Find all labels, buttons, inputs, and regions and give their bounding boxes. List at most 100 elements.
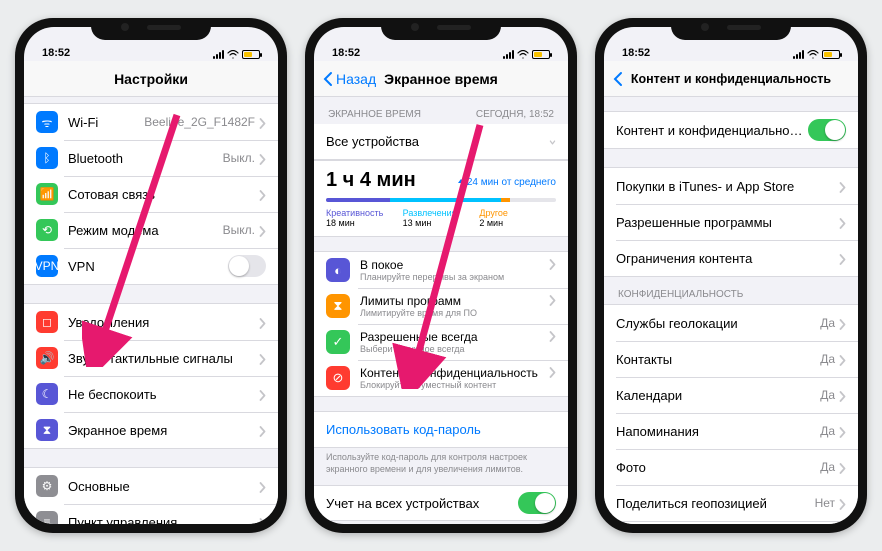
settings-row-режим-модема[interactable]: ⟲ Режим модемаВыкл. (24, 212, 278, 248)
page-title: Экранное время (384, 71, 498, 87)
use-passcode-link[interactable]: Использовать код-пароль (314, 411, 568, 448)
battery-icon (242, 50, 260, 59)
chevron-right-icon (839, 217, 846, 228)
chevron-right-icon (259, 117, 266, 128)
total-time: 1 ч 4 мин (326, 169, 416, 192)
content-privacy-toggle[interactable]: Контент и конфиденциальность (604, 112, 858, 148)
chevron-right-icon (259, 225, 266, 236)
settings-row-bluetooth[interactable]: ᛒ BluetoothВыкл. (24, 140, 278, 176)
status-time: 18:52 (332, 47, 360, 59)
status-time: 18:52 (42, 47, 70, 59)
chevron-right-icon (259, 153, 266, 164)
chevron-right-icon (839, 426, 846, 437)
hourglass-icon: ⧗ (36, 419, 58, 441)
chevron-right-icon (549, 366, 556, 377)
sound-icon: 🔊 (36, 347, 58, 369)
notch (381, 18, 501, 40)
settings-list[interactable]: ᯤ Wi-FiBeeline_2G_F1482F ᛒ BluetoothВыкл… (24, 97, 278, 524)
signal-icon (503, 50, 514, 59)
cell-label: Звуки, тактильные сигналы (68, 351, 259, 366)
privacy-фото[interactable]: Фото Да (604, 449, 858, 485)
notch (671, 18, 791, 40)
cell-label: Wi-Fi (68, 115, 144, 130)
cell-value: Beeline_2G_F1482F (144, 115, 255, 129)
cell-value: Выкл. (223, 151, 255, 165)
allow-icon: ✓ (326, 330, 350, 354)
privacy-доступ-bluetooth[interactable]: Доступ Bluetooth Да (604, 521, 858, 524)
settings-row-сотовая-связь[interactable]: 📶 Сотовая связь (24, 176, 278, 212)
hotspot-icon: ⟲ (36, 219, 58, 241)
row-покупки-в-itunes-и-app-store[interactable]: Покупки в iTunes- и App Store (604, 168, 858, 204)
toggle-switch[interactable] (518, 492, 556, 514)
phone-settings: 18:52 Настройки ᯤ Wi-FiBeeline_2G_F1482F… (15, 18, 287, 533)
chevron-right-icon (839, 354, 846, 365)
settings-row-основные[interactable]: ⚙ Основные (24, 468, 278, 504)
nav-bar: Контент и конфиденциальность (604, 61, 858, 97)
feature-allow[interactable]: ✓ Разрешенные всегдаВыберите нужное всег… (314, 324, 568, 360)
cell-label: Сотовая связь (68, 187, 259, 202)
settings-row-звуки,-тактильные-сигналы[interactable]: 🔊 Звуки, тактильные сигналы (24, 340, 278, 376)
all-devices-row[interactable]: Все устройства (314, 124, 568, 160)
notch (91, 18, 211, 40)
antenna-icon: 📶 (36, 183, 58, 205)
cell-label: Уведомления (68, 315, 259, 330)
settings-row-vpn[interactable]: VPN VPN (24, 248, 278, 284)
wifi-icon (227, 50, 239, 59)
chevron-down-icon (549, 136, 556, 147)
wifi-icon (517, 50, 529, 59)
settings-row-уведомления[interactable]: ◻ Уведомления (24, 304, 278, 340)
content-icon: ⊘ (326, 366, 350, 390)
feature-content[interactable]: ⊘ Контент и конфиденциальностьБлокируйте… (314, 360, 568, 396)
settings-row-пункт-управления[interactable]: ≡ Пункт управления (24, 504, 278, 524)
downtime-icon: ◐ (326, 258, 350, 282)
wifi-icon (807, 50, 819, 59)
moon-icon: ☾ (36, 383, 58, 405)
screentime-content[interactable]: ЭКРАННОЕ ВРЕМЯСегодня, 18:52 Все устройс… (314, 97, 568, 524)
chevron-right-icon (549, 294, 556, 305)
chevron-right-icon (259, 517, 266, 525)
chevron-right-icon (839, 390, 846, 401)
settings-row-экранное-время[interactable]: ⧗ Экранное время (24, 412, 278, 448)
chevron-right-icon (839, 253, 846, 264)
chevron-right-icon (259, 481, 266, 492)
toggle-switch[interactable] (808, 119, 846, 141)
chevron-right-icon (839, 498, 846, 509)
sliders-icon: ≡ (36, 511, 58, 524)
phone-content-privacy: 18:52 Контент и конфиденциальность Конте… (595, 18, 867, 533)
battery-icon (532, 50, 550, 59)
status-time: 18:52 (622, 47, 650, 59)
content-privacy-list[interactable]: Контент и конфиденциальность Покупки в i… (604, 97, 858, 524)
back-button[interactable] (612, 71, 624, 87)
chevron-right-icon (839, 318, 846, 329)
battery-icon (822, 50, 840, 59)
privacy-поделиться-геопозицией[interactable]: Поделиться геопозицией Нет (604, 485, 858, 521)
row-разрешенные-программы[interactable]: Разрешенные программы (604, 204, 858, 240)
privacy-календари[interactable]: Календари Да (604, 377, 858, 413)
feature-limits[interactable]: ⧗ Лимиты программЛимитируйте время для П… (314, 288, 568, 324)
feature-downtime[interactable]: ◐ В покоеПланируйте перерывы за экраном (314, 252, 568, 288)
cell-label: Не беспокоить (68, 387, 259, 402)
chevron-right-icon (839, 462, 846, 473)
screentime-summary[interactable]: 1 ч 4 мин 24 мин от среднего Креативност… (314, 160, 568, 237)
chevron-right-icon (549, 258, 556, 269)
chevron-right-icon (549, 330, 556, 341)
page-title: Настройки (114, 71, 188, 87)
signal-icon (793, 50, 804, 59)
chevron-right-icon (259, 389, 266, 400)
limits-icon: ⧗ (326, 294, 350, 318)
settings-row-wi-fi[interactable]: ᯤ Wi-FiBeeline_2G_F1482F (24, 104, 278, 140)
nav-bar: Настройки (24, 61, 278, 97)
privacy-контакты[interactable]: Контакты Да (604, 341, 858, 377)
chevron-right-icon (259, 425, 266, 436)
cell-label: Bluetooth (68, 151, 223, 166)
privacy-службы-геолокации[interactable]: Службы геолокации Да (604, 305, 858, 341)
share-across-devices[interactable]: Учет на всех устройствах (314, 485, 568, 521)
settings-row-не-беспокоить[interactable]: ☾ Не беспокоить (24, 376, 278, 412)
toggle-switch[interactable] (228, 255, 266, 277)
row-ограничения-контента[interactable]: Ограничения контента (604, 240, 858, 276)
cell-label: Пункт управления (68, 515, 259, 525)
back-button[interactable]: Назад (322, 71, 376, 87)
privacy-напоминания[interactable]: Напоминания Да (604, 413, 858, 449)
cell-label: Экранное время (68, 423, 259, 438)
nav-bar: Назад Экранное время (314, 61, 568, 97)
